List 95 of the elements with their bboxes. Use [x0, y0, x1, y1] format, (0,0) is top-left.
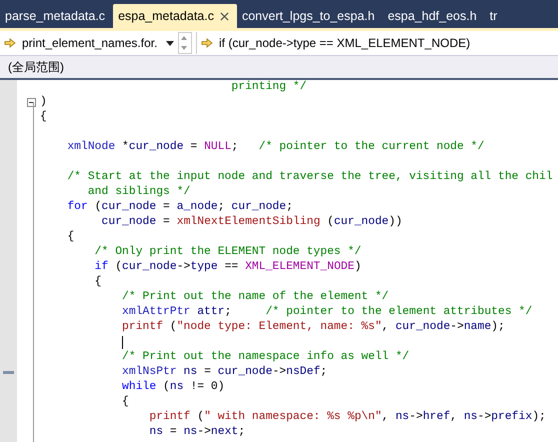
file-tab[interactable]: espa_metadata.c: [113, 4, 237, 28]
identifier: nsDef: [286, 365, 320, 380]
identifier: cur_node: [218, 365, 272, 380]
code-comment: /* pointer to the current node */: [258, 140, 484, 155]
code-text: (: [114, 260, 122, 275]
code-text: ;: [231, 140, 238, 155]
code-text: (: [162, 380, 170, 395]
code-text: ;: [224, 305, 232, 320]
code-text: != 0): [189, 380, 225, 395]
identifier: cur_node: [122, 260, 177, 275]
member-dropdown[interactable]: if (cur_node->type == XML_ELEMENT_NODE): [196, 32, 558, 54]
code-text: ->: [176, 260, 190, 275]
identifier: ns: [182, 365, 198, 380]
code-text: ,: [382, 410, 390, 425]
keyword: for: [66, 200, 88, 215]
code-text: {: [121, 395, 129, 410]
code-text: ): [40, 95, 47, 110]
code-text: {: [94, 275, 102, 290]
code-comment: and siblings */: [86, 185, 190, 200]
file-tab[interactable]: parse_metadata.c: [0, 4, 114, 28]
string-literal: " with namespace: %s %p\n": [204, 410, 382, 425]
function-name: xmlNextElementSibling: [176, 215, 320, 230]
spin-buttons[interactable]: [178, 32, 192, 54]
code-text: {: [66, 230, 74, 245]
identifier: ns: [464, 410, 478, 425]
identifier: ns: [170, 380, 184, 395]
function-name: printf: [148, 410, 190, 425]
code-text: ->: [450, 320, 464, 335]
macro-name: NULL: [204, 140, 232, 155]
function-name: printf: [121, 320, 164, 335]
code-comment: /* Start at the input node and traverse the tree, visiting all the chil: [66, 170, 553, 185]
code-text: ->: [478, 410, 492, 425]
identifier: attr: [196, 305, 225, 320]
code-text: ->: [272, 365, 286, 380]
code-text: ;: [286, 200, 293, 215]
code-text: ): [354, 260, 362, 275]
code-text: ->: [409, 410, 423, 425]
identifier: cur_node: [395, 320, 450, 335]
code-text: ==: [224, 260, 240, 275]
keyword: while: [121, 380, 156, 395]
identifier: ns: [148, 425, 164, 440]
identifier: name: [464, 320, 492, 335]
code-text: ,: [382, 320, 390, 335]
identifier: prefix: [491, 410, 532, 425]
type-name: xmlNode: [66, 140, 116, 155]
file-tab[interactable]: tr: [484, 4, 506, 28]
code-text: ->: [197, 425, 211, 440]
code-text: (: [326, 215, 334, 230]
identifier: cur_node: [128, 140, 184, 155]
code-comment: printing */: [230, 80, 307, 95]
code-comment: /* pointer to the element attributes */: [264, 305, 532, 320]
arrow-icon: [201, 38, 213, 48]
code-comment: /* Only print the ELEMENT node types */: [94, 245, 362, 260]
code-comment: /* Print out the namespace info as well */: [121, 350, 410, 365]
identifier: cur_node: [102, 200, 156, 215]
code-text: (: [94, 200, 102, 215]
code-text: ,: [450, 410, 458, 425]
identifier: cur_node: [100, 215, 156, 230]
string-literal: "node type: Element, name: %s": [176, 320, 382, 335]
identifier: ns: [395, 410, 410, 425]
identifier: next: [210, 425, 238, 440]
scope-label: (全局范围): [8, 58, 64, 76]
arrow-icon: [4, 38, 16, 48]
code-text: ;: [238, 425, 246, 440]
collapse-icon[interactable]: [27, 98, 36, 107]
code-text: =: [203, 365, 212, 380]
identifier: href: [422, 410, 450, 425]
identifier: type: [190, 260, 218, 275]
identifier: a_node: [176, 200, 218, 215]
code-text: *: [121, 140, 129, 155]
code-text: =: [162, 200, 171, 215]
function-dropdown[interactable]: print_element_names.for.: [0, 32, 178, 54]
identifier: cur_node: [231, 200, 286, 215]
type-name: xmlAttrPtr: [121, 305, 190, 320]
file-tab[interactable]: espa_hdf_eos.h: [382, 4, 485, 28]
code-text: (: [196, 410, 204, 425]
keyword: if: [94, 260, 108, 275]
code-text: );: [491, 320, 505, 335]
type-name: xmlNsPtr: [121, 365, 177, 380]
code-text: );: [532, 410, 546, 425]
close-icon[interactable]: [220, 12, 229, 20]
code-text: )): [388, 215, 402, 230]
identifier: ns: [184, 425, 198, 440]
caret-icon: [166, 40, 174, 46]
file-tab[interactable]: convert_lpgs_to_espa.h: [236, 4, 383, 28]
macro-name: XML_ELEMENT_NODE: [245, 260, 354, 275]
code-comment: /* Print out the name of the element */: [121, 290, 389, 305]
code-text: ;: [218, 200, 226, 215]
code-text: =: [168, 425, 178, 440]
code-text: =: [189, 140, 198, 155]
code-text: ;: [320, 365, 328, 380]
code-text: {: [40, 110, 47, 125]
code-text: =: [162, 215, 171, 230]
identifier: cur_node: [334, 215, 389, 230]
code-text: (: [168, 320, 177, 335]
